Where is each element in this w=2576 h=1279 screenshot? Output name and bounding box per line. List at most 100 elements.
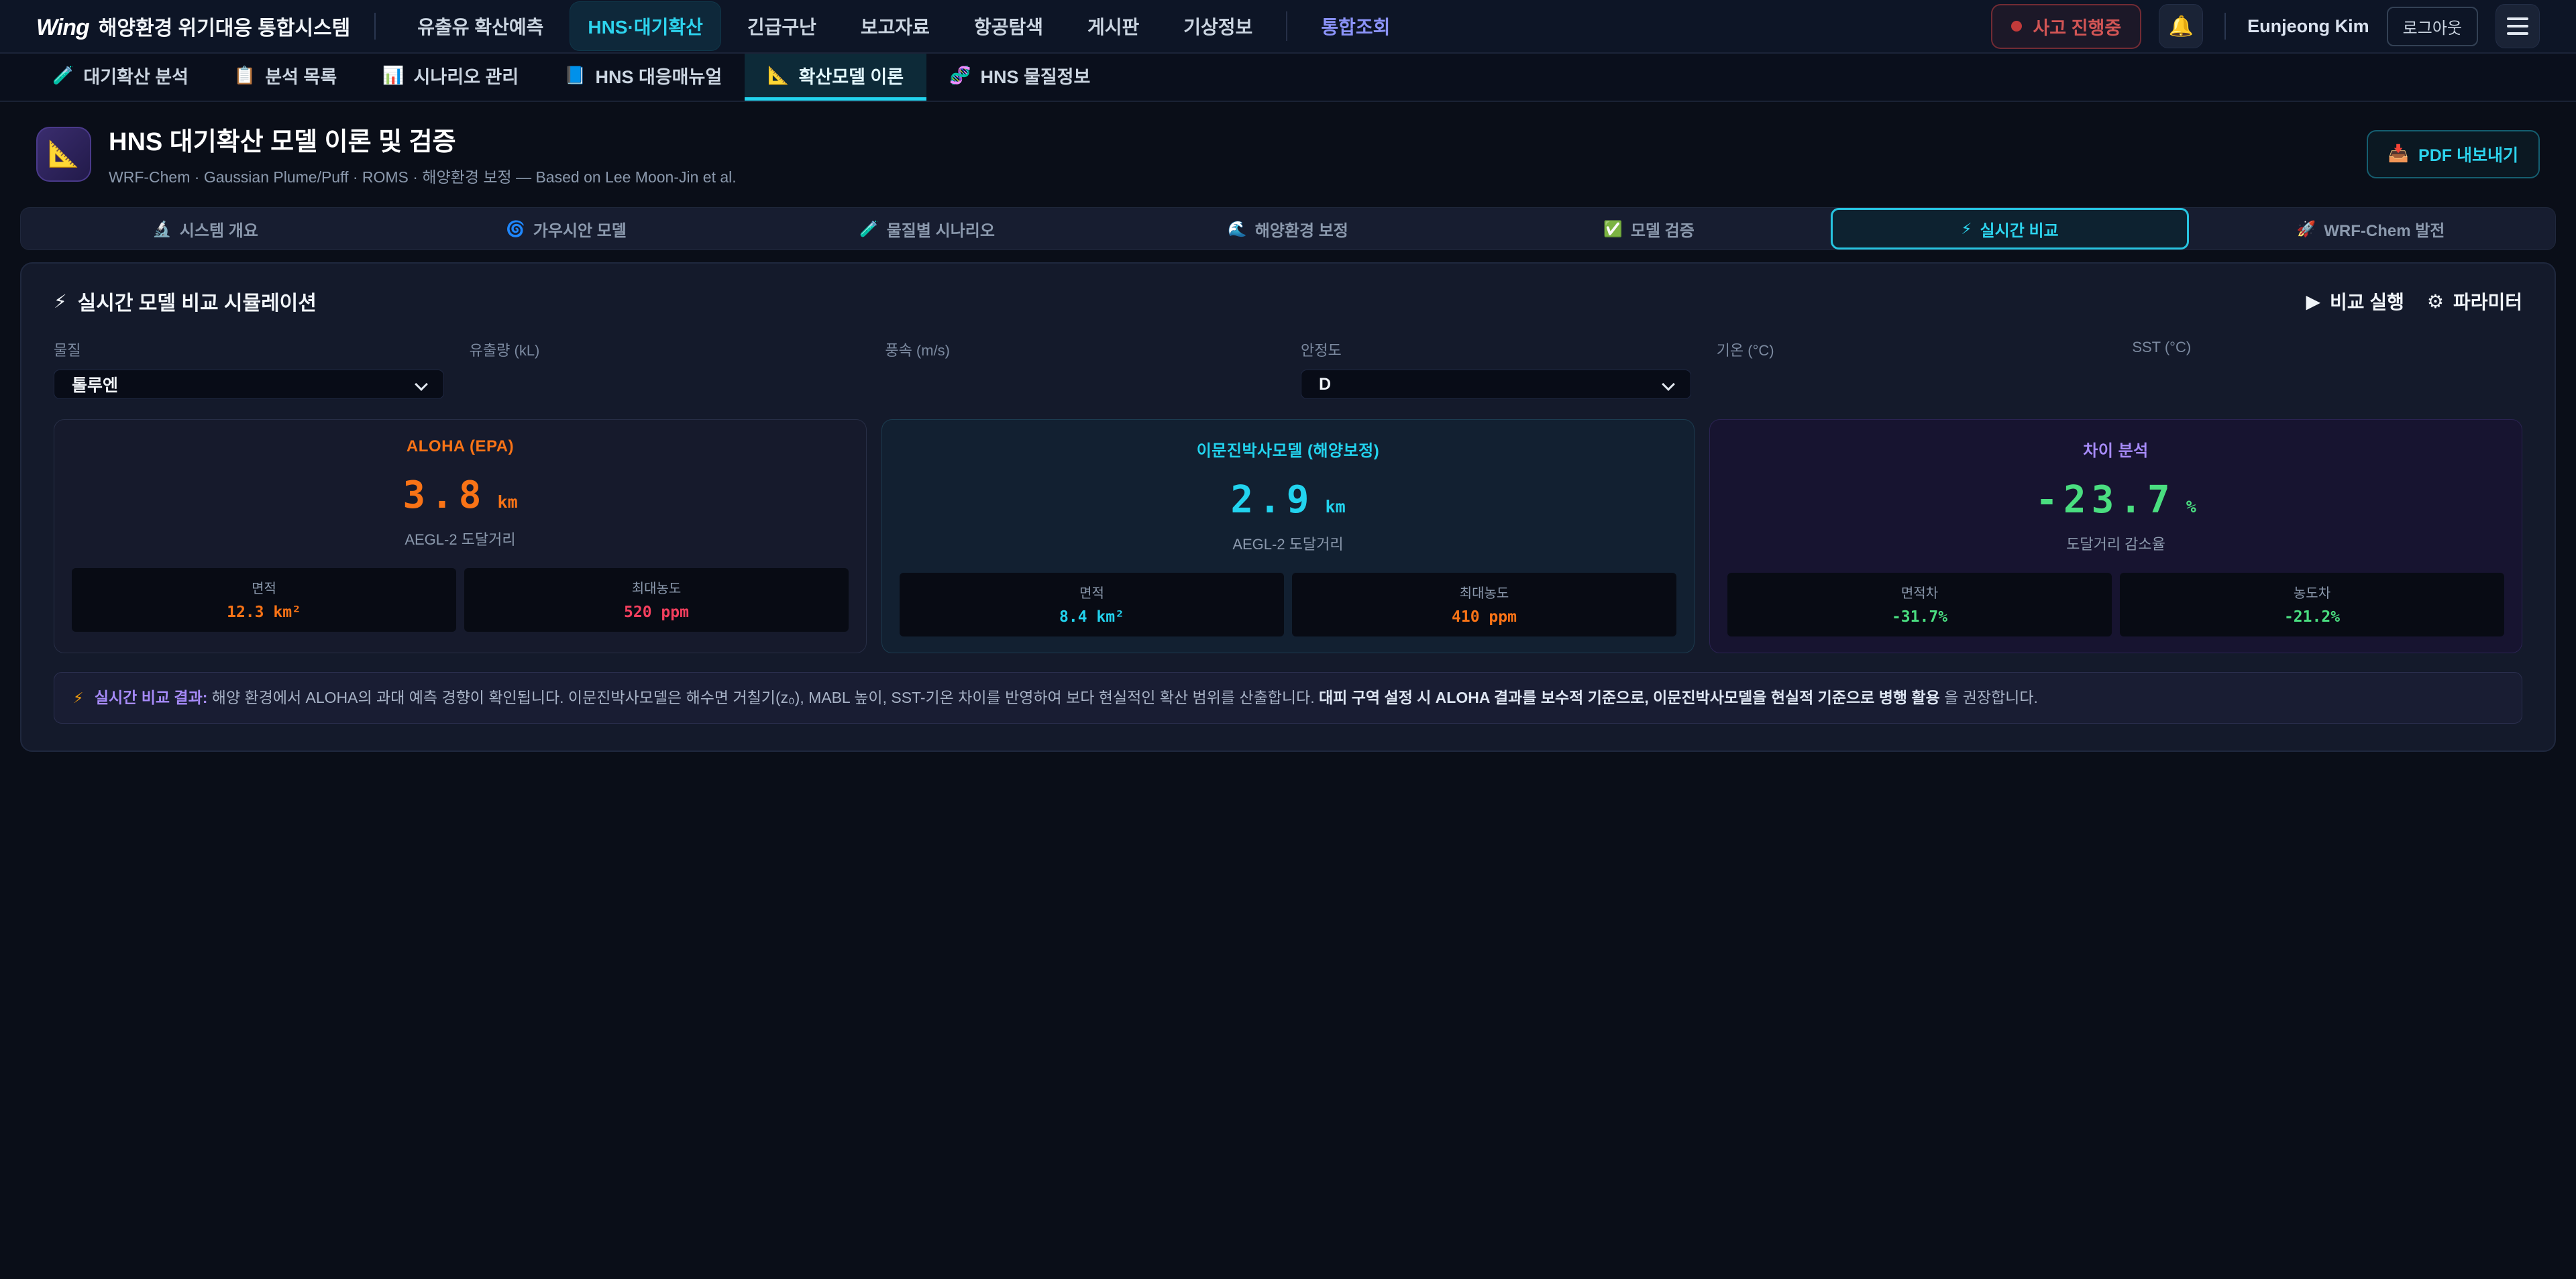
triangle-ruler-icon: 📐 — [48, 140, 79, 169]
result-value: 2.9 — [1230, 478, 1314, 522]
notifications-button[interactable]: 🔔 — [2159, 4, 2203, 48]
page-header-text: HNS 대기확산 모델 이론 및 검증 WRF-Chem · Gaussian … — [109, 121, 737, 187]
result-value: -23.7 — [2035, 478, 2176, 522]
result-card-title: ALOHA (EPA) — [72, 437, 849, 456]
cyclone-icon: 🌀 — [506, 220, 525, 238]
result-label: AEGL-2 도달거리 — [900, 533, 1676, 554]
note-tail: 을 권장합니다. — [1944, 689, 2038, 706]
nav-item-oil-spill[interactable]: 유출유 확산예측 — [400, 2, 561, 50]
spill-amount-input[interactable] — [470, 370, 860, 399]
parameters-button[interactable]: ⚙ 파라미터 — [2427, 288, 2522, 315]
section-tab-model-validation[interactable]: ✅ 모델 검증 — [1470, 208, 1828, 249]
stat-label: 최대농도 — [471, 577, 842, 597]
nav-item-aerial-search[interactable]: 항공탐색 — [957, 2, 1061, 50]
subtab-hns-manual[interactable]: 📘 HNS 대응매뉴얼 — [541, 54, 745, 101]
result-value-row: 3.8 km — [72, 474, 849, 517]
stat-value: 8.4 km² — [906, 608, 1277, 626]
result-stats: 면적 8.4 km² 최대농도 410 ppm — [900, 573, 1676, 636]
wind-speed-input[interactable] — [885, 370, 1275, 399]
stat-label: 면적 — [906, 582, 1277, 602]
stat-max-concentration: 최대농도 520 ppm — [464, 568, 849, 632]
divider — [374, 13, 376, 40]
stability-select-value: D — [1319, 375, 1331, 394]
result-stats: 면적차 -31.7% 농도차 -21.2% — [1727, 573, 2504, 636]
nav-item-weather[interactable]: 기상정보 — [1166, 2, 1270, 50]
section-tab-gaussian-model[interactable]: 🌀 가우시안 모델 — [387, 208, 745, 249]
stat-value: -21.2% — [2127, 608, 2498, 626]
stat-value: 520 ppm — [471, 604, 842, 621]
section-tab-marine-correction[interactable]: 🌊 해양환경 보정 — [1109, 208, 1467, 249]
stat-label: 면적차 — [1734, 582, 2105, 602]
hamburger-icon — [2507, 17, 2528, 35]
lightning-icon: ⚡ — [1961, 220, 1972, 238]
simulation-form: 물질 톨루엔 유출량 (kL) 풍속 (m/s) 안정도 D 기온 (°C) — [54, 339, 2522, 399]
pdf-export-label: PDF 내보내기 — [2418, 142, 2518, 166]
sst-input[interactable] — [2132, 366, 2522, 395]
chevron-down-icon — [1662, 378, 1675, 391]
section-tab-realtime-comparison[interactable]: ⚡ 실시간 비교 — [1831, 208, 2189, 249]
run-comparison-button[interactable]: ▶ 비교 실행 — [2306, 288, 2404, 315]
section-tab-wrf-chem[interactable]: 🚀 WRF-Chem 발전 — [2192, 208, 2550, 249]
simulation-card: ⚡ 실시간 모델 비교 시뮬레이션 ▶ 비교 실행 ⚙ 파라미터 물질 톨루엔 … — [20, 262, 2556, 752]
page-header: 📐 HNS 대기확산 모델 이론 및 검증 WRF-Chem · Gaussia… — [0, 102, 2576, 203]
test-tube-icon: 🧪 — [52, 65, 74, 86]
subtab-scenario-management[interactable]: 📊 시나리오 관리 — [360, 54, 541, 101]
subnav: 🧪 대기확산 분석 📋 분석 목록 📊 시나리오 관리 📘 HNS 대응매뉴얼 … — [0, 54, 2576, 102]
field-sst: SST (°C) — [2132, 339, 2522, 399]
stat-value: 12.3 km² — [78, 604, 449, 621]
subtab-hns-substance-info[interactable]: 🧬 HNS 물질정보 — [926, 54, 1113, 101]
section-tab-label: 물질별 시나리오 — [887, 217, 995, 241]
topbar: Wing 해양환경 위기대응 통합시스템 유출유 확산예측 HNS·대기확산 긴… — [0, 0, 2576, 54]
section-tab-label: WRF-Chem 발전 — [2324, 217, 2445, 241]
simulation-title-text: 실시간 모델 비교 시뮬레이션 — [78, 286, 317, 316]
app-logo[interactable]: Wing 해양환경 위기대응 통합시스템 — [36, 11, 350, 41]
substance-select[interactable]: 톨루엔 — [54, 370, 444, 399]
logout-button[interactable]: 로그아웃 — [2387, 7, 2478, 46]
nav-item-integrated-search[interactable]: 통합조회 — [1303, 2, 1407, 50]
lightning-icon: ⚡ — [73, 689, 83, 706]
test-tube-icon: 🧪 — [859, 220, 879, 238]
page-icon-box: 📐 — [36, 127, 91, 182]
nav-item-reports[interactable]: 보고자료 — [843, 2, 947, 50]
book-icon: 📘 — [564, 65, 586, 86]
subtab-label: HNS 물질정보 — [980, 62, 1090, 89]
air-temp-input[interactable] — [1717, 370, 2107, 399]
result-value-row: -23.7 % — [1727, 478, 2504, 522]
result-value-row: 2.9 km — [900, 478, 1676, 522]
stat-label: 농도차 — [2127, 582, 2498, 602]
subtab-label: 확산모델 이론 — [799, 62, 904, 89]
stat-max-concentration: 최대농도 410 ppm — [1292, 573, 1676, 636]
field-stability: 안정도 D — [1301, 339, 1691, 399]
wave-icon: 🌊 — [1228, 220, 1247, 238]
result-unit: km — [498, 492, 518, 512]
stat-area: 면적 8.4 km² — [900, 573, 1284, 636]
main-nav: 유출유 확산예측 HNS·대기확산 긴급구난 보고자료 항공탐색 게시판 기상정… — [400, 2, 1407, 50]
download-icon: 📥 — [2388, 144, 2409, 164]
spill-amount-label: 유출량 (kL) — [470, 339, 860, 360]
subtab-dispersion-analysis[interactable]: 🧪 대기확산 분석 — [30, 54, 211, 101]
result-unit: % — [2186, 497, 2196, 516]
section-tab-label: 시스템 개요 — [180, 217, 258, 241]
simulation-actions: ▶ 비교 실행 ⚙ 파라미터 — [2306, 288, 2522, 315]
nav-item-hns-dispersion[interactable]: HNS·대기확산 — [570, 2, 720, 50]
subtab-analysis-list[interactable]: 📋 분석 목록 — [211, 54, 360, 101]
stat-label: 최대농도 — [1299, 582, 1670, 602]
nav-item-board[interactable]: 게시판 — [1070, 2, 1157, 50]
pdf-export-button[interactable]: 📥 PDF 내보내기 — [2367, 130, 2540, 178]
subtab-model-theory[interactable]: 📐 확산모델 이론 — [745, 54, 926, 101]
stability-select[interactable]: D — [1301, 370, 1691, 399]
play-icon: ▶ — [2306, 290, 2320, 313]
section-tab-substance-scenarios[interactable]: 🧪 물질별 시나리오 — [748, 208, 1106, 249]
field-substance: 물질 톨루엔 — [54, 339, 444, 399]
simulation-title: ⚡ 실시간 모델 비교 시뮬레이션 — [54, 286, 317, 316]
parameters-label: 파라미터 — [2453, 288, 2522, 315]
section-tab-label: 모델 검증 — [1631, 217, 1695, 241]
menu-button[interactable] — [2496, 4, 2540, 48]
gear-icon: ⚙ — [2427, 290, 2444, 313]
result-unit: km — [1326, 497, 1346, 516]
nav-item-rescue[interactable]: 긴급구난 — [730, 2, 834, 50]
page-subtitle: WRF-Chem · Gaussian Plume/Puff · ROMS · … — [109, 164, 737, 187]
section-tab-system-overview[interactable]: 🔬 시스템 개요 — [26, 208, 384, 249]
result-grid: ALOHA (EPA) 3.8 km AEGL-2 도달거리 면적 12.3 k… — [54, 419, 2522, 653]
wind-speed-label: 풍속 (m/s) — [885, 339, 1275, 360]
